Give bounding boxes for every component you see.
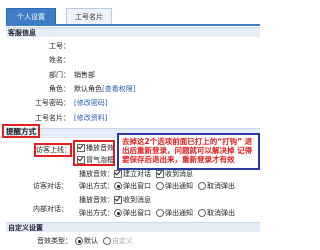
visitor-establish-dialog-label: 建立对话	[123, 170, 151, 178]
annotation-text: 去掉这2个选项前面已打上的“打钩” 退出后重新登录，问题就可以解决掉 记得要保存…	[122, 137, 253, 164]
internal-dialog-label: 内部对话：	[33, 205, 68, 213]
edit-profile-link[interactable]: [修改资料]	[74, 113, 107, 123]
internal-receive-message-checkbox[interactable]	[114, 196, 122, 204]
department-label: 部门：	[49, 71, 70, 79]
bubble-popup-checkbox[interactable]	[77, 156, 85, 164]
employee-password-label: 工号密码：	[35, 99, 70, 107]
section-title-custom: 自定义设置	[8, 224, 43, 232]
sound-type-label: 音效类型：	[37, 237, 72, 245]
internal-popup-window-label: 弹出窗口	[123, 209, 151, 217]
section-title-reminder: 提醒方式	[6, 127, 36, 136]
internal-popup-window-radio[interactable]	[114, 209, 122, 217]
visitor-sound-row: 播放音效： 建立对话 收到消息	[79, 169, 193, 179]
role-label: 角色：	[49, 85, 70, 93]
visitor-popup-window-label: 弹出窗口	[123, 182, 151, 190]
tab-employee-card[interactable]: 工号名片	[66, 8, 112, 25]
tab-employee-card-label: 工号名片	[75, 13, 103, 21]
sound-effect-checkbox[interactable]	[77, 144, 85, 152]
tab-underline	[6, 24, 260, 26]
sound-effect-label: 播放音效	[86, 144, 114, 152]
internal-popup-cancel-radio[interactable]	[198, 209, 206, 217]
sound-type-row: 音效类型： 默认 自定义	[37, 236, 133, 246]
sound-type-custom-radio[interactable]	[103, 237, 111, 245]
tab-personal-settings-label: 个人设置	[17, 13, 45, 21]
visitor-dialog-label: 访客对话：	[33, 182, 68, 190]
internal-popup-notify-radio[interactable]	[156, 209, 164, 217]
visitor-receive-message-label: 收到消息	[165, 170, 193, 178]
name-label: 姓名：	[49, 56, 70, 64]
visitor-receive-message-checkbox[interactable]	[156, 170, 164, 178]
section-header-custom: 自定义设置	[6, 222, 260, 232]
internal-sound-prefix: 播放音效：	[79, 196, 114, 204]
role-name: 默认角色	[74, 85, 102, 93]
visitor-popup-row: 弹出方式： 弹出窗口 弹出通知 取消弹出	[79, 181, 235, 191]
internal-popup-notify-label: 弹出通知	[165, 209, 193, 217]
sound-type-default-label: 默认	[84, 237, 98, 245]
bubble-popup-label: 冒气泡框	[86, 156, 114, 164]
visitor-establish-dialog-checkbox[interactable]	[114, 170, 122, 178]
visitor-popup-prefix: 弹出方式：	[79, 182, 114, 190]
employee-card-label: 工号名片：	[35, 114, 70, 122]
employee-id-label: 工号：	[49, 42, 70, 50]
bubble-popup-option[interactable]: 冒气泡框	[77, 155, 114, 165]
internal-popup-prefix: 弹出方式：	[79, 209, 114, 217]
internal-receive-message-label: 收到消息	[123, 196, 151, 204]
visitor-online-label: 访客上线：	[36, 146, 71, 154]
internal-sound-row: 播放音效： 收到消息	[79, 195, 151, 205]
annotation-box: 去掉这2个选项前面已打上的“打钩” 退出后重新登录，问题就可以解决掉 记得要保存…	[117, 133, 260, 170]
role-value: 默认角色[查看权限]	[74, 84, 135, 94]
visitor-popup-notify-label: 弹出通知	[165, 182, 193, 190]
section-title-basic-info: 客服信息	[8, 29, 36, 37]
department-value: 销售部	[74, 71, 95, 79]
section-header-basic-info: 客服信息	[6, 27, 260, 37]
sound-effect-option[interactable]: 播放音效	[77, 143, 114, 153]
visitor-popup-notify-radio[interactable]	[156, 182, 164, 190]
internal-popup-cancel-label: 取消弹出	[207, 209, 235, 217]
sound-type-custom-label: 自定义	[112, 237, 133, 245]
change-password-link[interactable]: [修改密码]	[74, 98, 107, 108]
visitor-sound-prefix: 播放音效：	[79, 170, 114, 178]
visitor-popup-window-radio[interactable]	[114, 182, 122, 190]
visitor-popup-cancel-radio[interactable]	[198, 182, 206, 190]
visitor-popup-cancel-label: 取消弹出	[207, 182, 235, 190]
internal-popup-row: 弹出方式： 弹出窗口 弹出通知 取消弹出	[79, 208, 235, 218]
view-permissions-link[interactable]: [查看权限]	[102, 85, 135, 93]
sound-type-default-radio[interactable]	[75, 237, 83, 245]
